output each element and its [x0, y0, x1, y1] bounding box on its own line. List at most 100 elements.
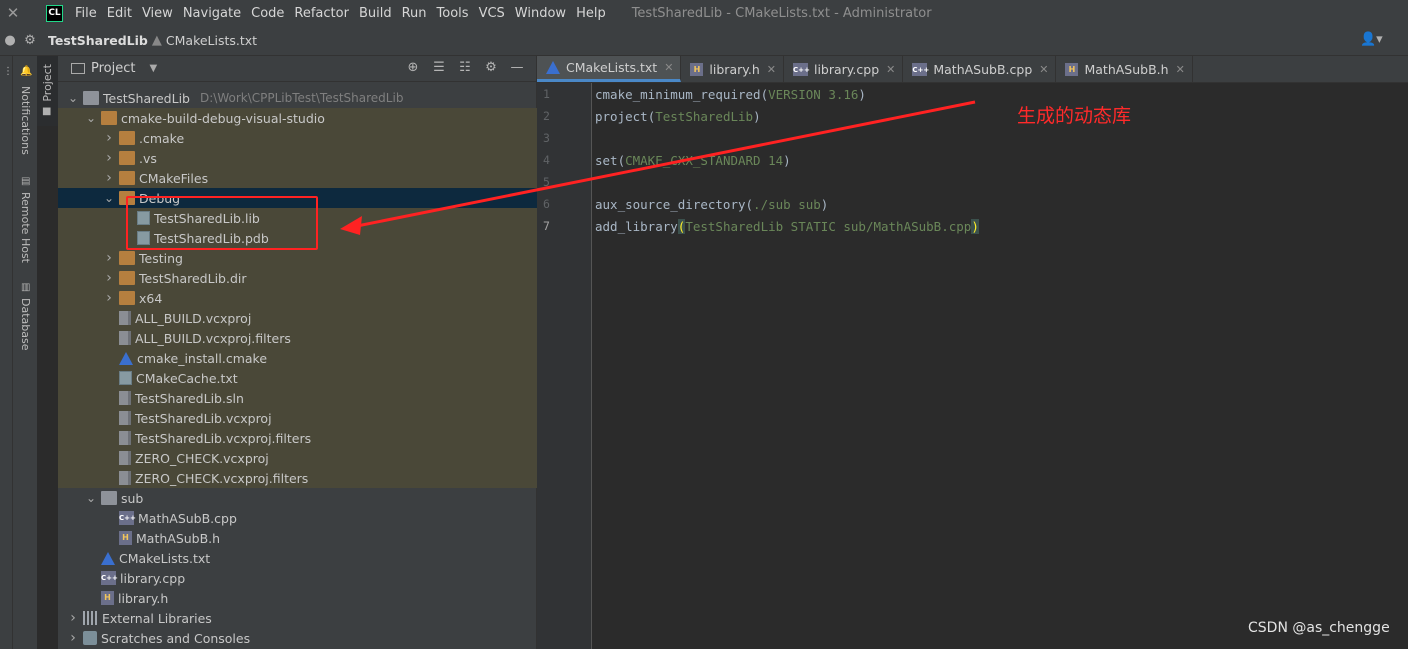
- gear-icon[interactable]: ⚙: [20, 33, 40, 48]
- breadcrumb-file[interactable]: CMakeLists.txt: [166, 33, 257, 48]
- tree-item[interactable]: TestSharedLib.vcxproj.filters: [58, 428, 537, 448]
- close-tab-icon[interactable]: ✕: [1039, 63, 1048, 76]
- tree-item[interactable]: › Scratches and Consoles: [58, 628, 537, 648]
- project-tab-label: Project: [41, 64, 54, 102]
- settings-icon[interactable]: ⚙: [478, 60, 504, 75]
- tree-item[interactable]: cmake_install.cmake: [58, 348, 537, 368]
- folder-icon: [119, 151, 135, 165]
- project-tool-tab[interactable]: Project ■: [37, 56, 58, 126]
- editor-tab[interactable]: H MathASubB.h ✕: [1056, 56, 1193, 82]
- tree-item-label: .vs: [139, 150, 157, 166]
- tree-item[interactable]: ZERO_CHECK.vcxproj: [58, 448, 537, 468]
- menu-run[interactable]: Run: [402, 6, 427, 21]
- tree-item[interactable]: ZERO_CHECK.vcxproj.filters: [58, 468, 537, 488]
- tree-item[interactable]: ⌄ sub: [58, 488, 537, 508]
- close-icon[interactable]: ✕: [0, 4, 26, 22]
- menu-edit[interactable]: Edit: [107, 6, 132, 21]
- tree-item-label: TestSharedLib: [103, 90, 190, 106]
- close-tab-icon[interactable]: ✕: [664, 61, 673, 74]
- menu-help[interactable]: Help: [576, 6, 606, 21]
- chevron-right-icon[interactable]: ›: [102, 290, 116, 306]
- menu-file[interactable]: File: [75, 6, 97, 21]
- close-tab-icon[interactable]: ✕: [886, 63, 895, 76]
- tree-item[interactable]: ALL_BUILD.vcxproj: [58, 308, 537, 328]
- menu-tools[interactable]: Tools: [437, 6, 469, 21]
- chevron-right-icon[interactable]: ›: [102, 170, 116, 186]
- tree-item[interactable]: › .vs: [58, 148, 537, 168]
- tree-item-label: CMakeFiles: [139, 170, 209, 186]
- bell-icon[interactable]: 🔔: [20, 66, 32, 77]
- tree-item[interactable]: TestSharedLib.sln: [58, 388, 537, 408]
- project-panel-header: Project ▼ ⊕ ☰ ☷ ⚙ —: [58, 56, 536, 82]
- tree-item[interactable]: › CMakeFiles: [58, 168, 537, 188]
- chevron-right-icon[interactable]: ›: [102, 150, 116, 166]
- close-tab-icon[interactable]: ✕: [1176, 63, 1185, 76]
- expand-all-icon[interactable]: ☰: [426, 60, 452, 75]
- file-icon: [119, 391, 131, 405]
- tree-item[interactable]: CMakeCache.txt: [58, 368, 537, 388]
- chevron-down-icon[interactable]: ▼: [149, 63, 157, 74]
- tree-item[interactable]: › TestSharedLib.dir: [58, 268, 537, 288]
- editor-tab[interactable]: C++ MathASubB.cpp ✕: [903, 56, 1057, 82]
- tree-item[interactable]: H MathASubB.h: [58, 528, 537, 548]
- tree-item[interactable]: ALL_BUILD.vcxproj.filters: [58, 328, 537, 348]
- navigation-bar: ● ⚙ TestSharedLib ▲ CMakeLists.txt 👤▾: [0, 26, 1408, 56]
- tree-item[interactable]: C++ library.cpp: [58, 568, 537, 588]
- h-icon: H: [690, 62, 704, 76]
- menu-view[interactable]: View: [142, 6, 173, 21]
- tree-item[interactable]: › .cmake: [58, 128, 537, 148]
- tree-item[interactable]: TestSharedLib.vcxproj: [58, 408, 537, 428]
- chevron-right-icon[interactable]: ›: [102, 130, 116, 146]
- menu-refactor[interactable]: Refactor: [294, 6, 349, 21]
- tree-item[interactable]: › External Libraries: [58, 608, 537, 628]
- locate-icon[interactable]: ⊕: [400, 60, 426, 75]
- chevron-down-icon[interactable]: ⌄: [84, 491, 98, 505]
- menu-code[interactable]: Code: [251, 6, 284, 21]
- database-tab[interactable]: Database: [19, 298, 32, 351]
- breadcrumb-project[interactable]: TestSharedLib: [48, 33, 148, 48]
- code-line[interactable]: project(TestSharedLib): [595, 109, 761, 124]
- chevron-right-icon[interactable]: ›: [102, 250, 116, 266]
- collapse-all-icon[interactable]: ☷: [452, 60, 478, 75]
- code-line[interactable]: cmake_minimum_required(VERSION 3.16): [595, 87, 866, 102]
- tree-item[interactable]: › Testing: [58, 248, 537, 268]
- tree-item[interactable]: Hlibrary.h: [58, 588, 537, 608]
- chevron-down-icon[interactable]: ⌄: [102, 191, 116, 205]
- editor-tab[interactable]: CMakeLists.txt ✕: [537, 56, 682, 82]
- tree-item[interactable]: ⌄ TestSharedLib D:\Work\CPPLibTest\TestSha…: [58, 88, 537, 108]
- pin-icon[interactable]: ⋮: [3, 66, 13, 77]
- editor-tab-label: library.h: [709, 61, 760, 77]
- remote-host-tab[interactable]: Remote Host: [19, 192, 32, 263]
- code-line[interactable]: add_library(TestSharedLib STATIC sub/Mat…: [595, 219, 979, 234]
- chevron-down-icon[interactable]: ⌄: [66, 91, 80, 105]
- file-icon: [119, 411, 131, 425]
- folder-icon: [101, 111, 117, 125]
- menu-vcs[interactable]: VCS: [479, 6, 505, 21]
- minimize-icon[interactable]: —: [504, 60, 530, 75]
- menu-navigate[interactable]: Navigate: [183, 6, 241, 21]
- tree-item-label: ZERO_CHECK.vcxproj.filters: [135, 470, 309, 486]
- editor-tab[interactable]: C++ library.cpp ✕: [784, 56, 904, 82]
- chevron-right-icon[interactable]: ›: [66, 610, 80, 626]
- lib-icon: [119, 371, 132, 385]
- chevron-down-icon[interactable]: ⌄: [84, 111, 98, 125]
- tree-item[interactable]: ⌄ cmake-build-debug-visual-studio: [58, 108, 537, 128]
- info-icon[interactable]: ●: [0, 33, 20, 48]
- notifications-tab[interactable]: Notifications: [19, 86, 32, 155]
- project-view-selector[interactable]: Project: [91, 61, 135, 76]
- code-line[interactable]: aux_source_directory(./sub sub): [595, 197, 828, 212]
- code-arguments: TestSharedLib STATIC sub/MathASubB.cpp: [685, 219, 972, 234]
- bars-icon: [83, 611, 98, 625]
- editor-tab[interactable]: Hlibrary.h ✕: [681, 56, 784, 82]
- menu-build[interactable]: Build: [359, 6, 392, 21]
- tree-item[interactable]: › x64: [58, 288, 537, 308]
- menu-window[interactable]: Window: [515, 6, 566, 21]
- user-icon[interactable]: 👤▾: [1360, 32, 1383, 47]
- close-tab-icon[interactable]: ✕: [767, 63, 776, 76]
- chevron-right-icon[interactable]: ›: [102, 270, 116, 286]
- tree-item[interactable]: CMakeLists.txt: [58, 548, 537, 568]
- tree-item[interactable]: C++ MathASubB.cpp: [58, 508, 537, 528]
- tree-item-label: Scratches and Consoles: [101, 630, 251, 646]
- code-line[interactable]: set(CMAKE_CXX_STANDARD 14): [595, 153, 791, 168]
- chevron-right-icon[interactable]: ›: [66, 630, 80, 646]
